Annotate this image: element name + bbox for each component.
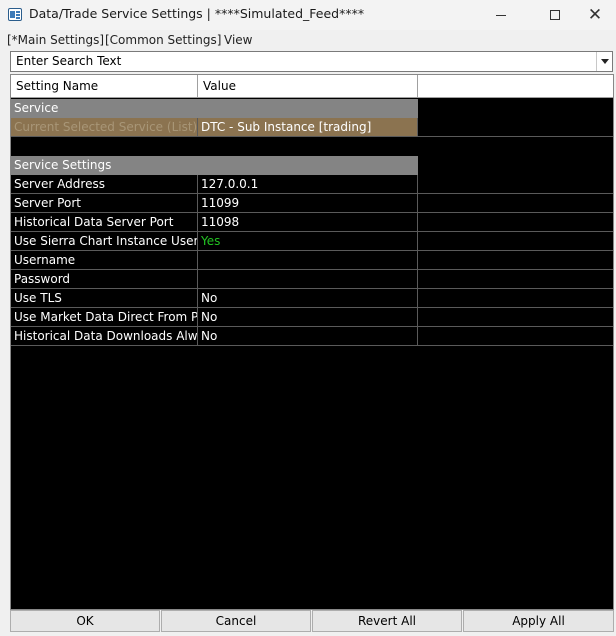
ok-button[interactable]: OK: [10, 610, 160, 632]
setting-name: Use Market Data Direct From Primary: [11, 308, 198, 327]
close-button[interactable]: ✕: [572, 0, 616, 30]
apply-all-button[interactable]: Apply All: [463, 610, 614, 632]
setting-name: Username: [11, 251, 198, 270]
table-row[interactable]: Historical Data Server Port 11098: [11, 213, 613, 232]
menu-bar: [*Main Settings] [Common Settings] View: [0, 31, 616, 49]
setting-name: Server Address: [11, 175, 198, 194]
table-row[interactable]: Historical Data Downloads Always No: [11, 327, 613, 346]
setting-value[interactable]: No: [198, 327, 418, 346]
setting-name: Use Sierra Chart Instance Username: [11, 232, 198, 251]
maximize-icon: [550, 10, 560, 20]
section-header-service-settings[interactable]: Service Settings: [11, 156, 418, 175]
minimize-icon: [496, 14, 506, 16]
setting-value[interactable]: 11099: [198, 194, 418, 213]
blank-cell: [418, 118, 613, 137]
button-bar: OK Cancel Revert All Apply All: [10, 610, 614, 632]
close-icon: ✕: [587, 4, 603, 25]
setting-name: Use TLS: [11, 289, 198, 308]
window-title: Data/Trade Service Settings | ****Simula…: [29, 6, 365, 21]
blank-cell: [418, 251, 613, 270]
setting-name: Historical Data Server Port: [11, 213, 198, 232]
menu-view[interactable]: View: [224, 33, 252, 47]
column-header-value[interactable]: Value: [198, 75, 418, 98]
table-row[interactable]: Password: [11, 270, 613, 289]
blank-cell: [418, 327, 613, 346]
column-header-blank: [418, 75, 613, 98]
menu-main-settings[interactable]: [*Main Settings]: [7, 33, 104, 47]
settings-grid[interactable]: Setting Name Value Service Current Selec…: [10, 74, 614, 610]
setting-value[interactable]: No: [198, 308, 418, 327]
table-row[interactable]: Server Port 11099: [11, 194, 613, 213]
setting-value[interactable]: No: [198, 289, 418, 308]
blank-cell: [418, 194, 613, 213]
setting-value[interactable]: 11098: [198, 213, 418, 232]
blank-cell: [418, 308, 613, 327]
search-combo[interactable]: Enter Search Text: [10, 51, 613, 72]
revert-all-button[interactable]: Revert All: [312, 610, 462, 632]
blank-cell: [418, 175, 613, 194]
setting-name: Historical Data Downloads Always: [11, 327, 198, 346]
setting-name: Password: [11, 270, 198, 289]
chevron-down-icon: [600, 59, 609, 64]
section-header-service[interactable]: Service: [11, 99, 418, 118]
setting-name: Server Port: [11, 194, 198, 213]
table-row[interactable]: Username: [11, 251, 613, 270]
setting-value[interactable]: [198, 270, 418, 289]
column-header-setting-name[interactable]: Setting Name: [11, 75, 198, 98]
setting-value[interactable]: [198, 251, 418, 270]
title-bar: Data/Trade Service Settings | ****Simula…: [0, 0, 616, 30]
setting-name: Current Selected Service (List) (Read: [11, 118, 198, 137]
menu-common-settings[interactable]: [Common Settings]: [105, 33, 221, 47]
cancel-button[interactable]: Cancel: [161, 610, 311, 632]
setting-value[interactable]: 127.0.0.1: [198, 175, 418, 194]
blank-cell: [418, 270, 613, 289]
table-row[interactable]: Use TLS No: [11, 289, 613, 308]
table-row[interactable]: Use Sierra Chart Instance Username Yes: [11, 232, 613, 251]
blank-cell: [418, 213, 613, 232]
table-row-selected-service[interactable]: Current Selected Service (List) (Read DT…: [11, 118, 613, 137]
setting-value[interactable]: DTC - Sub Instance [trading]: [198, 118, 418, 137]
dropdown-button[interactable]: [596, 52, 612, 71]
app-icon: [8, 8, 22, 21]
blank-cell: [418, 232, 613, 251]
minimize-button[interactable]: [478, 0, 524, 30]
search-input[interactable]: Enter Search Text: [16, 54, 121, 68]
blank-cell: [418, 289, 613, 308]
setting-value[interactable]: Yes: [198, 232, 418, 251]
table-row[interactable]: Server Address 127.0.0.1: [11, 175, 613, 194]
table-row[interactable]: Use Market Data Direct From Primary No: [11, 308, 613, 327]
